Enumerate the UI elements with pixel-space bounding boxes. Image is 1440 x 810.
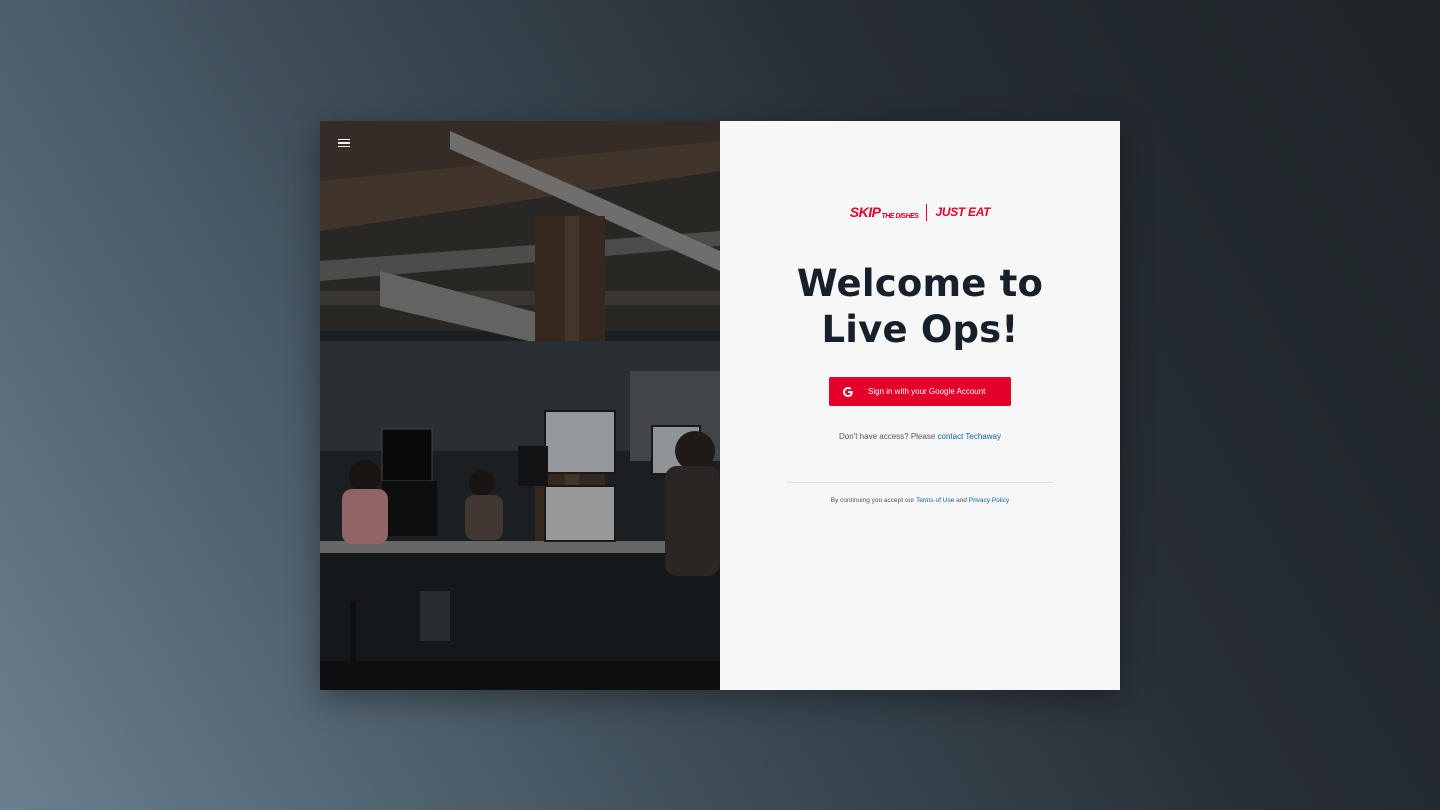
menu-line — [338, 138, 350, 141]
brand-logo: SKIP THE DISHES JUST EAT — [850, 203, 991, 221]
title-line-1: Welcome to — [796, 262, 1044, 305]
terms-of-use-link[interactable]: Terms of Use — [916, 497, 954, 504]
privacy-policy-link[interactable]: Privacy Policy — [969, 497, 1009, 504]
access-prefix-text: Don't have access? Please — [839, 432, 936, 441]
office-photo — [320, 121, 720, 690]
the-dishes-logo-text: THE DISHES — [881, 213, 919, 220]
terms-and-text: and — [956, 497, 967, 504]
login-card: SKIP THE DISHES JUST EAT Welcome to Live… — [320, 121, 1120, 690]
office-photo-panel — [320, 121, 720, 690]
brand-divider — [926, 203, 928, 221]
login-panel: SKIP THE DISHES JUST EAT Welcome to Live… — [720, 121, 1120, 690]
google-sign-in-label: Sign in with your Google Account — [868, 387, 986, 396]
contact-techaway-link[interactable]: contact Techaway — [938, 432, 1001, 441]
terms-text: By continuing you accept our Terms of Us… — [831, 497, 1009, 504]
menu-line — [338, 145, 350, 148]
skip-the-dishes-logo: SKIP THE DISHES — [850, 204, 919, 220]
menu-line — [338, 142, 350, 144]
section-divider — [786, 482, 1054, 483]
just-eat-logo: JUST EAT — [935, 205, 991, 219]
title-line-2: Live Ops! — [821, 308, 1019, 351]
terms-prefix-text: By continuing you accept our — [830, 497, 915, 504]
google-g-icon — [843, 386, 853, 397]
page-title: Welcome to Live Ops! — [797, 261, 1043, 353]
access-help-text: Don't have access? Please contact Techaw… — [839, 432, 1001, 441]
skip-logo-text: SKIP — [849, 204, 881, 220]
google-sign-in-button[interactable]: Sign in with your Google Account — [829, 377, 1011, 406]
hamburger-menu-icon[interactable] — [334, 135, 354, 151]
